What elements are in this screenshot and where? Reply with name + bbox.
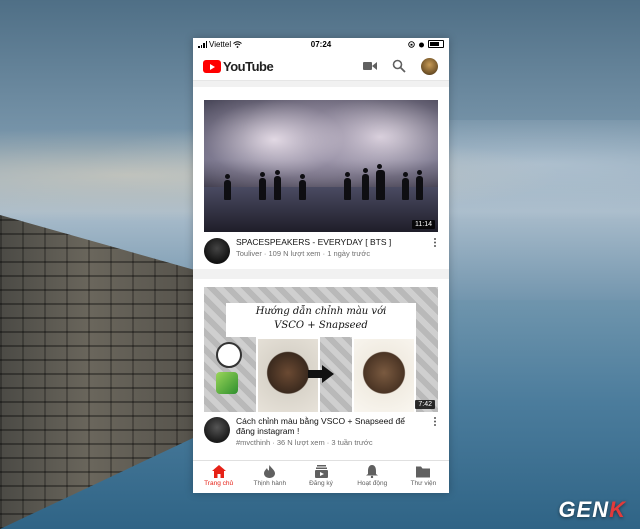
alarm-icon <box>419 42 424 47</box>
flame-icon <box>264 465 276 478</box>
video-meta: Cách chỉnh màu bằng VSCO + Snapseed để đ… <box>204 416 438 456</box>
video-thumbnail[interactable]: Hướng dẫn chỉnh màu với VSCO + Snapseed … <box>204 287 438 412</box>
video-duration: 11:14 <box>412 220 435 229</box>
watermark-text: GEN <box>558 497 610 522</box>
search-icon[interactable] <box>392 59 406 73</box>
youtube-play-icon <box>203 60 221 73</box>
channel-avatar[interactable] <box>204 238 230 264</box>
tab-label: Đăng ký <box>309 480 333 487</box>
tab-activity[interactable]: Hoạt động <box>347 461 398 493</box>
video-card[interactable]: 11:14 SPACESPEAKERS - EVERYDAY [ BTS ] T… <box>193 87 449 269</box>
battery-icon <box>428 40 444 48</box>
video-thumbnail[interactable]: 11:14 <box>204 100 438 232</box>
thumbnail-text-line: Hướng dẫn chỉnh màu với <box>255 306 387 317</box>
video-card[interactable]: Hướng dẫn chỉnh màu với VSCO + Snapseed … <box>193 279 449 464</box>
thumbnail-photo-after <box>352 337 416 412</box>
status-right <box>408 40 444 48</box>
tab-trending[interactable]: Thịnh hành <box>244 461 295 493</box>
vsco-logo-icon <box>216 342 242 368</box>
thumbnail-figure <box>402 172 409 200</box>
more-vert-icon[interactable] <box>432 416 438 428</box>
video-feed: 11:14 SPACESPEAKERS - EVERYDAY [ BTS ] T… <box>193 81 449 464</box>
more-vert-icon[interactable] <box>432 237 438 249</box>
video-channel-line: #mvcthinh · 36 N lượt xem · 3 tuần trước <box>236 438 373 447</box>
thumbnail-figure <box>224 174 231 200</box>
thumbnail-figure <box>344 172 351 200</box>
folder-icon <box>416 466 431 478</box>
thumbnail-text-line: VSCO + Snapseed <box>274 320 368 331</box>
phone-screen: Viettel 07:24 YouTube 11:14 SPACESPEAKER… <box>193 38 449 493</box>
subscriptions-icon <box>314 465 328 478</box>
app-bar: YouTube <box>193 52 449 81</box>
orientation-lock-icon <box>408 40 415 48</box>
bell-icon <box>366 465 379 478</box>
thumbnail-figure <box>376 164 385 200</box>
thumbnail-figure <box>362 168 369 200</box>
tab-label: Thư viện <box>410 480 437 487</box>
tab-library[interactable]: Thư viện <box>398 461 449 493</box>
thumbnail-figure <box>259 172 266 200</box>
arrow-right-icon <box>308 365 334 383</box>
tab-label: Thịnh hành <box>253 480 287 487</box>
tab-label: Hoạt động <box>357 480 388 487</box>
video-titles: SPACESPEAKERS - EVERYDAY [ BTS ] Toulive… <box>236 237 426 258</box>
video-title[interactable]: Cách chỉnh màu bằng VSCO + Snapseed để đ… <box>236 416 426 436</box>
thumbnail-figure <box>299 174 306 200</box>
tab-label: Trang chủ <box>204 480 234 487</box>
tab-home[interactable]: Trang chủ <box>193 461 244 493</box>
video-duration: 7:42 <box>415 400 435 409</box>
thumbnail-figure <box>274 170 281 200</box>
snapseed-logo-icon <box>216 372 238 394</box>
watermark-accent: K <box>609 497 626 522</box>
account-avatar[interactable] <box>421 58 438 75</box>
video-titles: Cách chỉnh màu bằng VSCO + Snapseed để đ… <box>236 416 426 447</box>
watermark-logo: GENK <box>558 497 626 523</box>
video-camera-icon[interactable] <box>363 61 377 71</box>
logo-text: YouTube <box>223 59 274 74</box>
tab-subscriptions[interactable]: Đăng ký <box>295 461 346 493</box>
thumbnail-banner: Hướng dẫn chỉnh màu với VSCO + Snapseed <box>226 303 416 337</box>
video-meta: SPACESPEAKERS - EVERYDAY [ BTS ] Toulive… <box>204 237 438 267</box>
bottom-tab-bar: Trang chủ Thịnh hành Đăng ký Hoạt động T… <box>193 460 449 493</box>
video-channel-line: Touliver · 109 N lượt xem · 1 ngày trước <box>236 249 371 258</box>
video-title[interactable]: SPACESPEAKERS - EVERYDAY [ BTS ] <box>236 237 426 247</box>
channel-avatar[interactable] <box>204 417 230 443</box>
thumbnail-figure <box>416 170 423 200</box>
status-bar: Viettel 07:24 <box>193 38 449 52</box>
home-icon <box>211 465 226 478</box>
youtube-logo[interactable]: YouTube <box>203 59 274 74</box>
